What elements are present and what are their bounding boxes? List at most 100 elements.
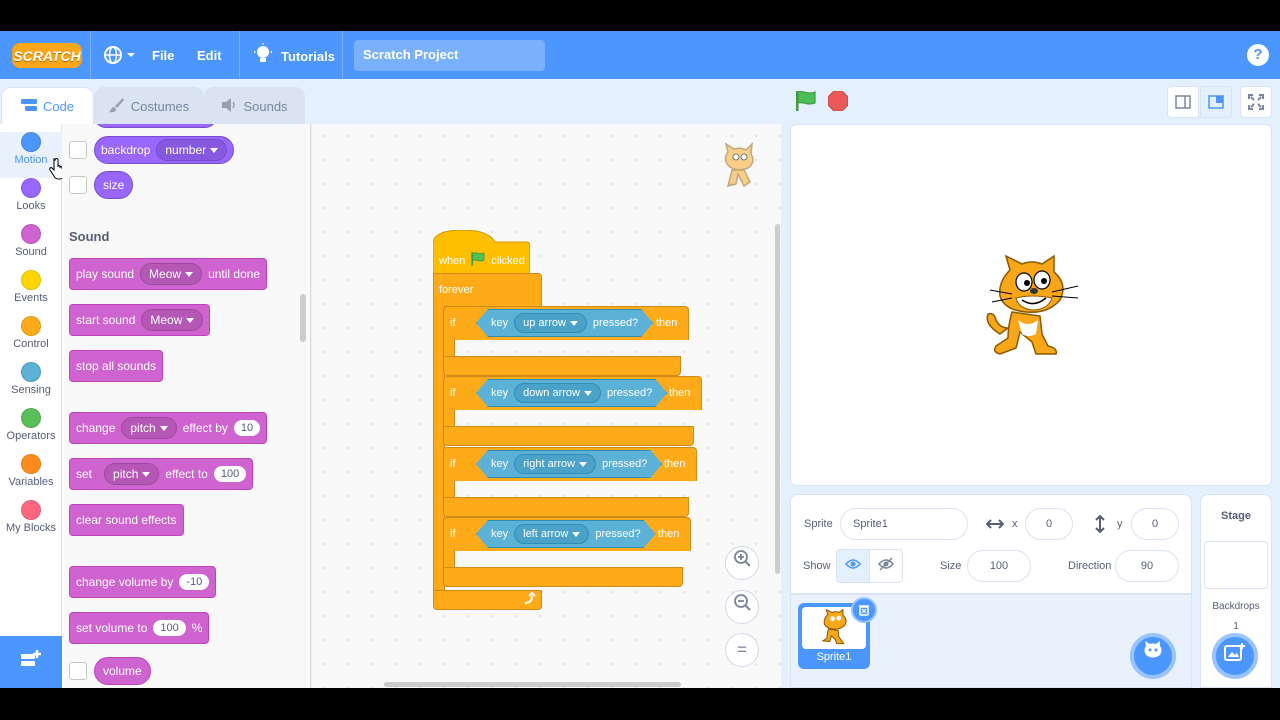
when-label: when [439, 254, 466, 267]
block-stop-all-sounds[interactable]: stop all sounds [69, 350, 164, 382]
normal-stage-button[interactable] [1200, 86, 1232, 118]
x-arrow-icon [985, 517, 1005, 535]
backdrop-checkbox[interactable] [69, 141, 87, 159]
category-my-blocks[interactable]: My Blocks [0, 500, 62, 534]
zoom-reset-button[interactable]: = [725, 633, 759, 667]
key-pressed-sensor[interactable]: key right arrow pressed? [476, 450, 662, 478]
operators-dot [21, 408, 41, 428]
small-stage-button[interactable] [1167, 86, 1199, 118]
zoom-in-button[interactable] [725, 546, 759, 580]
stage-title: Stage [1221, 510, 1251, 522]
size-checkbox[interactable] [69, 176, 87, 194]
category-sensing[interactable]: Sensing [0, 362, 62, 396]
tab-code[interactable]: Code [1, 87, 94, 125]
key-dropdown[interactable]: up arrow [514, 313, 587, 333]
block-clear-sound-effects[interactable]: clear sound effects [69, 504, 184, 536]
tab-sounds[interactable]: Sounds [204, 87, 305, 125]
volume-checkbox[interactable] [69, 662, 87, 680]
until-done-label: until done [208, 267, 261, 281]
script-hscrollbar[interactable] [384, 682, 681, 687]
key-pressed-sensor[interactable]: key left arrow pressed? [476, 520, 656, 548]
project-title-input[interactable]: Scratch Project [354, 40, 545, 71]
play-sound-dropdown[interactable]: Meow [140, 263, 203, 285]
tab-costumes[interactable]: Costumes [94, 87, 204, 125]
edit-menu[interactable]: Edit [197, 48, 222, 63]
help-icon[interactable]: ? [1247, 44, 1269, 66]
key-dropdown[interactable]: right arrow [514, 454, 596, 474]
block-size[interactable]: size [94, 171, 134, 199]
effect-by-input[interactable]: 10 [233, 420, 261, 436]
code-icon [20, 98, 37, 114]
hat-block-when-flag-clicked[interactable]: when clicked [433, 230, 530, 274]
category-variables[interactable]: Variables [0, 454, 62, 488]
key-pressed-sensor[interactable]: key down arrow pressed? [476, 379, 667, 407]
scratch-logo[interactable]: SCRATCH [12, 43, 82, 68]
change-volume-input[interactable]: -10 [179, 574, 210, 590]
file-menu[interactable]: File [152, 48, 174, 63]
block-change-volume[interactable]: change volume by -10 [69, 566, 217, 598]
key-pressed-sensor[interactable]: key up arrow pressed? [476, 309, 653, 337]
if-block-bottom [443, 426, 694, 446]
zoom-out-button[interactable] [725, 590, 759, 624]
my-blocks-dot [21, 500, 41, 520]
key-dropdown[interactable]: left arrow [514, 524, 589, 544]
block-change-effect[interactable]: change pitch effect by 10 [69, 412, 268, 444]
looks-dot [21, 178, 41, 198]
cat-sprite-icon[interactable] [982, 254, 1080, 363]
stage-backdrop-thumbnail[interactable] [1204, 541, 1268, 589]
eye-icon [845, 557, 861, 575]
add-sprite-button[interactable] [1130, 633, 1176, 679]
show-hidden-button[interactable] [869, 549, 903, 583]
block-backdrop-number[interactable]: backdrop number [94, 136, 235, 164]
direction-label: Direction [1068, 560, 1112, 572]
delete-sprite-icon[interactable] [851, 597, 877, 623]
start-sound-value: Meow [150, 313, 183, 327]
set-volume-input[interactable]: 100 [153, 620, 186, 636]
percent-label: % [191, 621, 203, 635]
block-partial-top[interactable] [94, 124, 217, 128]
stop-icon[interactable] [827, 90, 849, 116]
y-input[interactable]: 0 [1131, 508, 1179, 540]
backdrop-dropdown[interactable]: number [156, 139, 228, 161]
block-play-sound-until-done[interactable]: play sound Meow until done [69, 258, 268, 290]
x-input[interactable]: 0 [1025, 508, 1073, 540]
category-sensing-label: Sensing [11, 384, 51, 396]
change-label: change [76, 421, 116, 435]
cat-add-icon [1142, 641, 1164, 667]
green-flag-icon[interactable] [794, 90, 818, 117]
effect-to-input[interactable]: 100 [213, 466, 247, 482]
direction-input[interactable]: 90 [1115, 550, 1179, 582]
category-control[interactable]: Control [0, 316, 62, 350]
block-set-volume[interactable]: set volume to 100 % [69, 612, 210, 644]
size-input[interactable]: 100 [967, 550, 1031, 582]
show-visible-button[interactable] [836, 549, 870, 583]
key-dropdown[interactable]: down arrow [514, 383, 601, 403]
then-label: then [664, 458, 686, 470]
block-volume[interactable]: volume [94, 657, 151, 685]
category-my-blocks-label: My Blocks [5, 522, 57, 534]
add-backdrop-button[interactable] [1212, 633, 1258, 679]
effect-to-label: effect to [165, 467, 208, 481]
tab-sounds-label: Sounds [243, 98, 288, 114]
start-sound-dropdown[interactable]: Meow [141, 309, 204, 331]
change-effect-dropdown[interactable]: pitch [121, 417, 177, 439]
set-effect-dropdown[interactable]: pitch [104, 463, 160, 485]
language-globe-icon[interactable] [103, 45, 135, 65]
category-control-label: Control [13, 338, 49, 350]
category-operators[interactable]: Operators [0, 408, 62, 442]
category-events[interactable]: Events [0, 270, 62, 304]
category-sound[interactable]: Sound [0, 224, 62, 258]
sound-section-title: Sound [69, 229, 110, 244]
script-vscrollbar[interactable] [775, 224, 780, 574]
tutorials-button[interactable]: Tutorials [253, 43, 335, 70]
tab-costumes-label: Costumes [130, 98, 190, 114]
block-set-effect[interactable]: set pitch effect to 100 [69, 458, 254, 490]
sprite-name-input[interactable]: Sprite1 [840, 508, 968, 540]
palette-scrollbar[interactable] [300, 294, 306, 342]
variables-dot [21, 454, 41, 474]
block-start-sound[interactable]: start sound Meow [69, 304, 211, 336]
fullscreen-icon[interactable] [1240, 86, 1272, 118]
image-add-icon [1224, 643, 1246, 667]
backdrops-count: 1 [1233, 621, 1239, 632]
add-extension-button[interactable] [0, 636, 62, 688]
